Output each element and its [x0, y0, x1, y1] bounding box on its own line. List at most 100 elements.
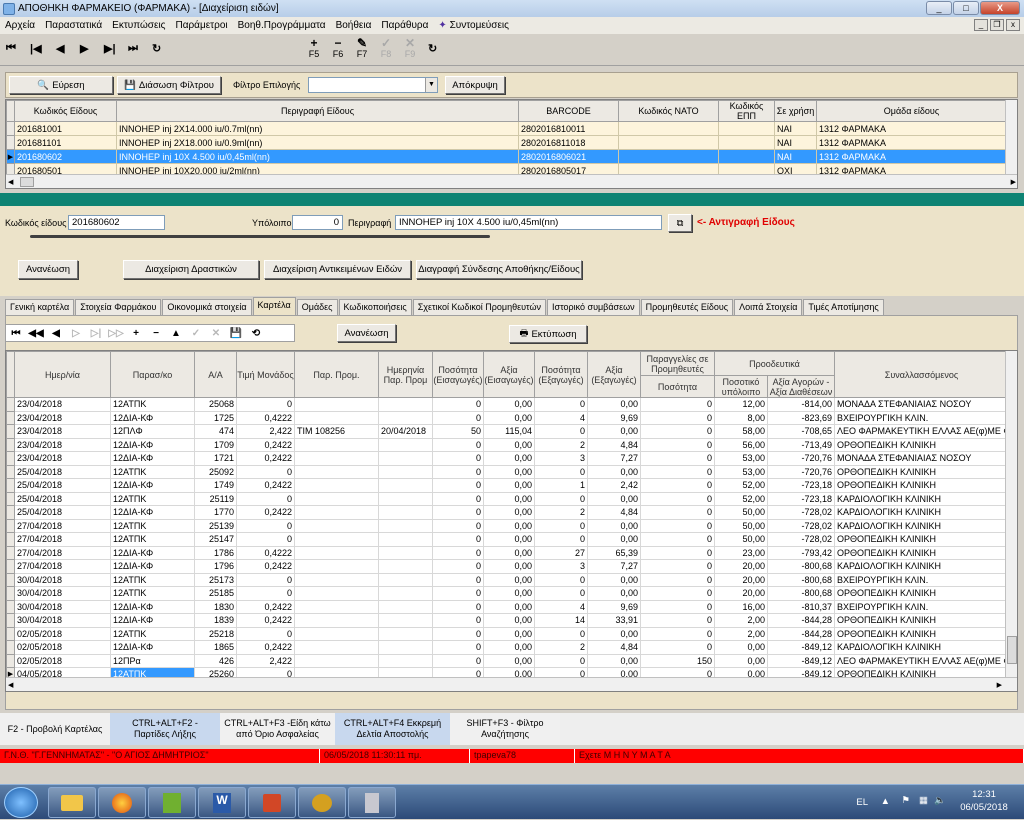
cell-orders-qty[interactable]: 0 — [640, 545, 715, 560]
cell-qty-in[interactable]: 50 — [432, 424, 484, 439]
cell-orders-qty[interactable]: 150 — [640, 653, 715, 668]
menu-help[interactable]: Βοήθεια — [331, 20, 377, 31]
cell-group[interactable]: 1312 ΦΑΡΜΑΚΑ — [816, 121, 1007, 136]
cell-date[interactable]: 27/04/2018 — [14, 532, 111, 547]
cell-document[interactable]: 12ΔΙΑ-ΚΦ — [110, 451, 195, 466]
col-qty-out[interactable]: Ποσότητα (Εξαγωγές) — [534, 351, 588, 398]
cell-unit-price[interactable]: 0 — [236, 586, 295, 601]
cell-date[interactable]: 25/04/2018 — [14, 464, 111, 479]
last-record-icon[interactable]: ⏭ — [128, 42, 138, 55]
table-row[interactable]: 23/04/2018 12ΔΙΑ-ΚΦ 1709 0,2422 0 0,00 2 4,84 0 5… — [6, 437, 1010, 452]
clock-time[interactable]: 12:31 — [955, 789, 1013, 800]
cell-date-par-prom[interactable] — [378, 491, 433, 506]
cell-qty-in[interactable]: 0 — [432, 464, 484, 479]
cell-date-par-prom[interactable] — [378, 505, 433, 520]
refresh-icon[interactable]: ↻ — [152, 42, 161, 55]
cell-prog-val[interactable]: -800,68 — [766, 572, 836, 587]
cell-date-par-prom[interactable] — [378, 478, 433, 493]
menu-parameters[interactable]: Παράμετροι — [170, 20, 232, 31]
tab-general[interactable]: Γενική καρτέλα — [5, 299, 75, 315]
cell-qty-in[interactable]: 0 — [432, 410, 484, 425]
cell-orders-qty[interactable]: 0 — [640, 491, 715, 506]
cell-qty-out[interactable]: 0 — [534, 532, 588, 547]
table-row[interactable]: 23/04/2018 12ΠΛΦ 474 2,422 ΤΙΜ 108256 20/04/2… — [6, 424, 1010, 439]
cell-orders-qty[interactable]: 0 — [640, 586, 715, 601]
status-messages[interactable]: Εχετε Μ Η Ν Υ Μ Α Τ Α — [575, 749, 1024, 763]
cell-party[interactable]: ΚΑΡΔΙΟΛΟΓΙΚΗ ΚΛΙΝΙΚΗ — [834, 640, 1010, 655]
cell-par-prom[interactable] — [294, 559, 379, 574]
cell-par-prom[interactable] — [294, 545, 379, 560]
cell-aa[interactable]: 25147 — [194, 532, 237, 547]
word-taskbar-icon[interactable]: W — [198, 787, 246, 818]
cell-desc[interactable]: INNOHEP inj 2X14.000 iu/0.7ml(nn) — [116, 121, 519, 136]
cell-qty-in[interactable]: 0 — [432, 491, 484, 506]
cell-val-in[interactable]: 0,00 — [483, 464, 535, 479]
cell-val-in[interactable]: 0,00 — [483, 478, 535, 493]
cell-orders-qty[interactable]: 0 — [640, 478, 715, 493]
nav-first-icon[interactable]: ⏮ — [6, 328, 26, 339]
cell-prog-qty[interactable]: 16,00 — [714, 599, 768, 614]
menu-documents[interactable]: Παραστατικά — [40, 20, 107, 31]
cell-val-out[interactable]: 0,00 — [587, 397, 641, 412]
cell-aa[interactable]: 25185 — [194, 586, 237, 601]
cell-document[interactable]: 12ΑΤΠΚ — [110, 586, 195, 601]
cell-document[interactable]: 12ΠΡα — [110, 653, 195, 668]
table-row[interactable]: 25/04/2018 12ΑΤΠΚ 25092 0 0 0,00 0 0,00 0 53,00 -7… — [6, 464, 1010, 479]
nav-delete-icon[interactable]: − — [146, 328, 166, 339]
cell-aa[interactable]: 1796 — [194, 559, 237, 574]
cell-qty-in[interactable]: 0 — [432, 653, 484, 668]
table-row[interactable]: 23/04/2018 12ΔΙΑ-ΚΦ 1721 0,2422 0 0,00 3 7,27 0 5… — [6, 451, 1010, 466]
col-val-out[interactable]: Αξία (Εξαγωγές) — [587, 351, 641, 398]
nav-cancel-icon[interactable]: ✕ — [206, 328, 226, 339]
cell-document[interactable]: 12ΑΤΠΚ — [110, 532, 195, 547]
cell-party[interactable]: ΟΡΘΟΠΕΔΙΚΗ ΚΛΙΝΙΚΗ — [834, 437, 1010, 452]
nav-next-page-icon[interactable]: ▷| — [86, 328, 106, 339]
network-icon[interactable]: ▦ — [919, 795, 928, 806]
cell-orders-qty[interactable]: 0 — [640, 599, 715, 614]
cell-par-prom[interactable] — [294, 451, 379, 466]
cell-prog-val[interactable]: -728,02 — [766, 532, 836, 547]
cell-prog-qty[interactable]: 20,00 — [714, 559, 768, 574]
cell-date-par-prom[interactable] — [378, 572, 433, 587]
cell-prog-qty[interactable]: 50,00 — [714, 518, 768, 533]
table-row[interactable]: 27/04/2018 12ΔΙΑ-ΚΦ 1786 0,4222 0 0,00 27 65,39… — [6, 545, 1010, 560]
scroll-right-icon[interactable]: ▶ — [997, 681, 1002, 689]
cell-date[interactable]: 30/04/2018 — [14, 572, 111, 587]
cell-desc[interactable]: INNOHEP inj 2X18.000 iu/0.9ml(nn) — [116, 135, 519, 150]
first-record-icon[interactable]: ⏮ — [6, 42, 16, 55]
cell-party[interactable]: ΒΧΕΙΡΟΥΡΓΙΚΗ ΚΛΙΝ. — [834, 410, 1010, 425]
cell-val-in[interactable]: 115,04 — [483, 424, 535, 439]
cell-unit-price[interactable]: 0 — [236, 464, 295, 479]
cell-date[interactable]: 23/04/2018 — [14, 451, 111, 466]
cell-qty-out[interactable]: 4 — [534, 599, 588, 614]
table-row[interactable]: 30/04/2018 12ΔΙΑ-ΚΦ 1830 0,2422 0 0,00 4 9,69 0 1… — [6, 599, 1010, 614]
confirm-button[interactable]: ✓ F8 — [378, 37, 394, 60]
cell-par-prom[interactable]: ΤΙΜ 108256 — [294, 424, 379, 439]
cell-party[interactable]: ΚΑΡΔΙΟΛΟΓΙΚΗ ΚΛΙΝΙΚΗ — [834, 505, 1010, 520]
cell-party[interactable]: ΟΡΘΟΠΕΔΙΚΗ ΚΛΙΝΙΚΗ — [834, 464, 1010, 479]
cell-orders-qty[interactable]: 0 — [640, 572, 715, 587]
cell-document[interactable]: 12ΔΙΑ-ΚΦ — [110, 640, 195, 655]
cell-val-out[interactable]: 65,39 — [587, 545, 641, 560]
tab-codings[interactable]: Κωδικοποιήσεις — [338, 299, 412, 315]
cell-par-prom[interactable] — [294, 410, 379, 425]
firefox-taskbar-icon[interactable] — [98, 787, 146, 818]
table-row[interactable]: 27/04/2018 12ΑΤΠΚ 25147 0 0 0,00 0 0,00 0 50,00 -7… — [6, 532, 1010, 547]
cell-prog-qty[interactable]: 0,00 — [714, 653, 768, 668]
edit-button[interactable]: ✎ F7 — [354, 37, 370, 60]
cell-party[interactable]: ΟΡΘΟΠΕΔΙΚΗ ΚΛΙΝΙΚΗ — [834, 586, 1010, 601]
cell-date[interactable]: 27/04/2018 — [14, 518, 111, 533]
cell-group[interactable]: 1312 ΦΑΡΜΑΚΑ — [816, 135, 1007, 150]
coins-app-taskbar-icon[interactable] — [298, 787, 346, 818]
language-indicator[interactable]: EL — [856, 797, 868, 808]
cell-val-in[interactable]: 0,00 — [483, 559, 535, 574]
cell-prog-qty[interactable]: 2,00 — [714, 626, 768, 641]
tab-other-info[interactable]: Λοιπά Στοιχεία — [734, 299, 803, 315]
tab-contract-history[interactable]: Ιστορικό συμβάσεων — [547, 299, 640, 315]
cell-unit-price[interactable]: 0 — [236, 518, 295, 533]
cell-orders-qty[interactable]: 0 — [640, 559, 715, 574]
cell-orders-qty[interactable]: 0 — [640, 464, 715, 479]
cell-party[interactable]: ΟΡΘΟΠΕΔΙΚΗ ΚΛΙΝΙΚΗ — [834, 613, 1010, 628]
cell-prog-qty[interactable]: 0,00 — [714, 640, 768, 655]
cell-prog-val[interactable]: -728,02 — [766, 518, 836, 533]
